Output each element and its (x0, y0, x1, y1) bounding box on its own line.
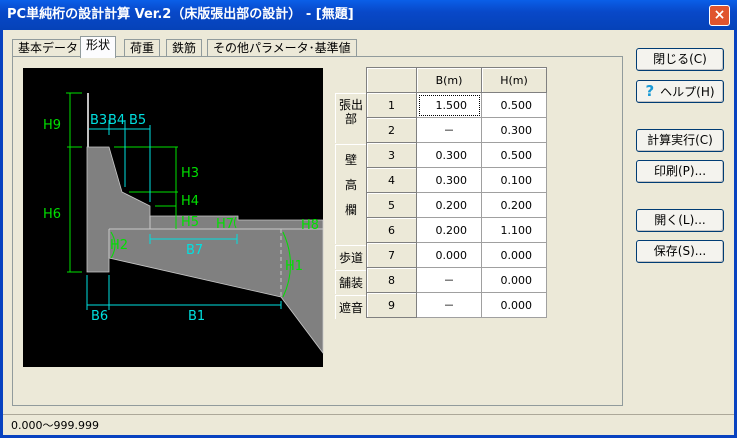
cell-h[interactable]: 0.300 (481, 117, 547, 143)
cell-b[interactable]: 0.200 (416, 217, 482, 243)
row-number: 7 (366, 242, 417, 268)
cell-b[interactable]: 0.300 (416, 167, 482, 193)
label-h6: H6 (43, 207, 61, 222)
label-h9: H9 (43, 118, 61, 133)
cell-h[interactable]: 1.100 (481, 217, 547, 243)
table-row: 8 － 0.000 (366, 267, 547, 293)
cell-b[interactable]: 0.000 (416, 242, 482, 268)
table-row: 9 － 0.000 (366, 292, 547, 318)
row-number: 6 (366, 217, 417, 243)
cell-h[interactable]: 0.000 (481, 242, 547, 268)
label-b5: B5 (129, 113, 146, 128)
group-label-overhang: 張出部 (335, 93, 366, 143)
group-label-soundproof: 遮音 (335, 295, 366, 319)
run-calculation-button[interactable]: 計算実行(C) (636, 129, 724, 152)
group-label-wall-railing: 壁高欄 (335, 144, 366, 244)
group-label-pavement: 舗装 (335, 270, 366, 294)
cell-b[interactable]: 0.200 (416, 192, 482, 218)
dimension-table: B(m) H(m) 1 1.500 0.500 2 － 0.300 3 0.300 0.500… (366, 67, 547, 318)
row-number: 5 (366, 192, 417, 218)
table-row: 7 0.000 0.000 (366, 242, 547, 268)
cross-section-drawing: H9 H6 H3 H4 H5 H7 H8 H2 H1 B3 B4 B5 B7 B… (23, 68, 324, 367)
save-button[interactable]: 保存(S)... (636, 240, 724, 263)
label-b7: B7 (186, 243, 203, 258)
cell-h[interactable]: 0.200 (481, 192, 547, 218)
cell-h[interactable]: 0.500 (481, 92, 547, 118)
cell-h[interactable]: 0.500 (481, 142, 547, 168)
row-number: 2 (366, 117, 417, 143)
title-bar: PC単純桁の設計計算 Ver.2（床版張出部の設計） - [無題] × (0, 0, 737, 30)
label-h8: H8 (301, 218, 319, 233)
cell-h[interactable]: 0.100 (481, 167, 547, 193)
row-number: 1 (366, 92, 417, 118)
help-question-icon: ? (645, 82, 655, 100)
table-row: 3 0.300 0.500 (366, 142, 547, 168)
header-blank (366, 67, 417, 93)
table-row: 5 0.200 0.200 (366, 192, 547, 218)
label-b6: B6 (91, 309, 108, 324)
header-b: B(m) (416, 67, 482, 93)
cell-b[interactable]: － (416, 292, 482, 318)
cell-h[interactable]: 0.000 (481, 267, 547, 293)
label-h1: H1 (285, 259, 303, 274)
open-button[interactable]: 開く(L)... (636, 209, 724, 232)
status-bar: 0.000～999.999 (3, 414, 734, 435)
row-number: 4 (366, 167, 417, 193)
cell-b[interactable]: － (416, 117, 482, 143)
help-button[interactable]: ? ヘルプ(H) (636, 80, 724, 103)
tab-other-params[interactable]: その他パラメータ･基準値 (207, 39, 357, 57)
label-h4: H4 (181, 194, 199, 209)
cell-b[interactable]: － (416, 267, 482, 293)
row-number: 3 (366, 142, 417, 168)
table-row: 2 － 0.300 (366, 117, 547, 143)
row-number: 8 (366, 267, 417, 293)
label-b3: B3 (90, 113, 107, 128)
tab-load[interactable]: 荷重 (124, 39, 161, 57)
tab-shape[interactable]: 形状 (80, 36, 117, 58)
cell-b[interactable]: 1.500 (416, 92, 482, 118)
cell-h[interactable]: 0.000 (481, 292, 547, 318)
row-number: 9 (366, 292, 417, 318)
close-button[interactable]: 閉じる(C) (636, 48, 724, 71)
label-h5: H5 (181, 215, 199, 230)
label-b1: B1 (188, 309, 205, 324)
group-label-sidewalk: 歩道 (335, 245, 366, 269)
table-row: 6 0.200 1.100 (366, 217, 547, 243)
print-button[interactable]: 印刷(P)... (636, 160, 724, 183)
table-row: 4 0.300 0.100 (366, 167, 547, 193)
label-h2: H2 (110, 238, 128, 253)
label-b4: B4 (108, 113, 125, 128)
table-row: 1 1.500 0.500 (366, 92, 547, 118)
tab-basic-data[interactable]: 基本データ (12, 39, 85, 57)
header-h: H(m) (481, 67, 547, 93)
label-h7: H7 (216, 217, 234, 232)
help-label: ヘルプ(H) (660, 85, 715, 99)
window-title: PC単純桁の設計計算 Ver.2（床版張出部の設計） - [無題] (7, 7, 354, 22)
label-h3: H3 (181, 166, 199, 181)
cell-b[interactable]: 0.300 (416, 142, 482, 168)
tab-rebar[interactable]: 鉄筋 (166, 39, 203, 57)
close-window-button[interactable]: × (709, 5, 730, 26)
